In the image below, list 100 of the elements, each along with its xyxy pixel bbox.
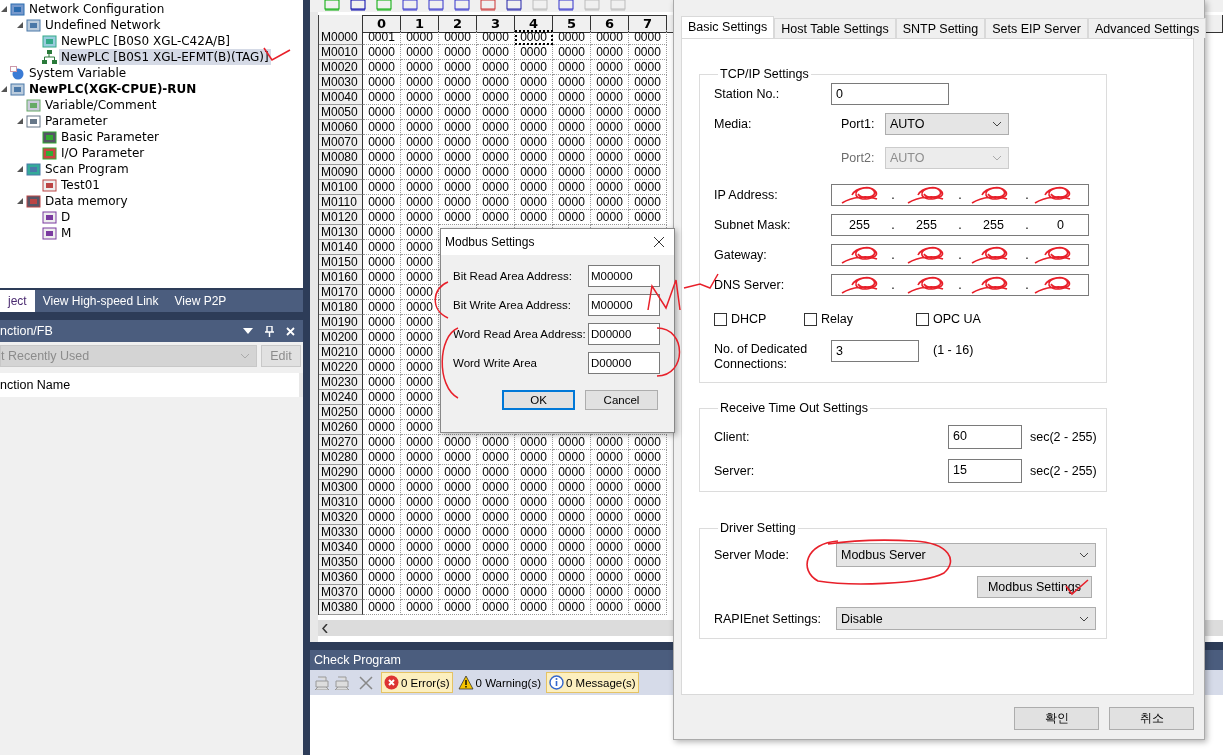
memory-cell[interactable]: 0000 [401, 120, 439, 135]
memory-cell[interactable]: 0000 [477, 435, 515, 450]
memory-cell[interactable]: 0000 [363, 60, 401, 75]
memory-cell[interactable]: 0000 [401, 345, 439, 360]
memory-cell[interactable]: 0000 [363, 480, 401, 495]
memory-cell[interactable]: 0000 [477, 555, 515, 570]
memory-cell[interactable]: 0000 [629, 450, 667, 465]
memory-cell[interactable]: 0000 [401, 105, 439, 120]
toolbar-icon[interactable] [558, 0, 574, 11]
tree-item[interactable]: Parameter [43, 113, 110, 129]
memory-cell[interactable]: 0000 [515, 525, 553, 540]
memory-cell[interactable]: 0000 [439, 30, 477, 45]
memory-cell[interactable]: 0000 [363, 300, 401, 315]
memory-cell[interactable]: 0000 [515, 195, 553, 210]
memory-cell[interactable]: 0000 [629, 480, 667, 495]
memory-cell[interactable]: 0000 [515, 480, 553, 495]
toolbar-icon[interactable] [480, 0, 496, 11]
memory-cell[interactable]: 0000 [553, 480, 591, 495]
tree-item[interactable]: Undefined Network [43, 17, 163, 33]
dialog-tab[interactable]: Basic Settings [681, 16, 775, 39]
memory-cell[interactable]: 0000 [629, 555, 667, 570]
memory-cell[interactable]: 0000 [629, 75, 667, 90]
memory-cell[interactable]: 0000 [553, 600, 591, 615]
memory-cell[interactable]: 0000 [629, 540, 667, 555]
memory-cell[interactable]: 0000 [363, 405, 401, 420]
memory-cell[interactable]: 0000 [439, 90, 477, 105]
memory-cell[interactable]: 0000 [401, 60, 439, 75]
filter-toggle[interactable]: 0 Warning(s) [454, 672, 544, 693]
modbus-settings-button[interactable]: Modbus Settings [977, 576, 1092, 598]
memory-cell[interactable]: 0000 [629, 585, 667, 600]
memory-cell[interactable]: 0001 [363, 30, 401, 45]
memory-cell[interactable]: 0000 [401, 270, 439, 285]
memory-cell[interactable]: 0000 [477, 570, 515, 585]
memory-cell[interactable]: 0000 [439, 60, 477, 75]
filter-toggle[interactable]: 0 Message(s) [545, 672, 639, 693]
memory-cell[interactable]: 0000 [363, 345, 401, 360]
memory-cell[interactable]: 0000 [363, 45, 401, 60]
memory-cell[interactable]: 0000 [515, 210, 553, 225]
memory-cell[interactable]: 0000 [515, 570, 553, 585]
memory-cell[interactable]: 0000 [553, 75, 591, 90]
tree-item[interactable]: NewPLC(XGK-CPUE)-RUN [27, 81, 199, 97]
memory-cell[interactable]: 0000 [401, 540, 439, 555]
tree-item[interactable]: Basic Parameter [59, 129, 161, 145]
memory-cell[interactable]: 0000 [629, 210, 667, 225]
tree-item[interactable]: Scan Program [43, 161, 131, 177]
memory-cell[interactable]: 0000 [363, 465, 401, 480]
memory-cell[interactable]: 0000 [629, 60, 667, 75]
memory-cell[interactable]: 0000 [629, 45, 667, 60]
memory-cell[interactable]: 0000 [477, 120, 515, 135]
toolbar-icon[interactable] [506, 0, 522, 11]
memory-cell[interactable]: 0000 [477, 210, 515, 225]
memory-cell[interactable]: 0000 [439, 120, 477, 135]
memory-cell[interactable]: 0000 [553, 450, 591, 465]
memory-cell[interactable]: 0000 [363, 555, 401, 570]
memory-cell[interactable]: 0000 [553, 525, 591, 540]
memory-cell[interactable]: 0000 [401, 30, 439, 45]
memory-cell[interactable]: 0000 [591, 165, 629, 180]
memory-cell[interactable]: 0000 [591, 525, 629, 540]
memory-cell[interactable]: 0000 [439, 465, 477, 480]
dialog-tab[interactable]: Advanced Settings [1087, 18, 1207, 38]
memory-cell[interactable]: 0000 [439, 210, 477, 225]
memory-cell[interactable]: 0000 [629, 600, 667, 615]
memory-cell[interactable]: 0000 [401, 180, 439, 195]
memory-cell[interactable]: 0000 [439, 585, 477, 600]
memory-cell[interactable]: 0000 [553, 435, 591, 450]
memory-cell[interactable]: 0000 [439, 180, 477, 195]
memory-cell[interactable]: 0000 [363, 240, 401, 255]
memory-cell[interactable]: 0000 [591, 195, 629, 210]
memory-cell[interactable]: 0000 [477, 195, 515, 210]
memory-cell[interactable]: 0000 [477, 135, 515, 150]
memory-cell[interactable]: 0000 [439, 435, 477, 450]
memory-cell[interactable]: 0000 [477, 495, 515, 510]
memory-cell[interactable]: 0000 [553, 195, 591, 210]
memory-cell[interactable]: 0000 [591, 435, 629, 450]
memory-cell[interactable]: 0000 [629, 435, 667, 450]
ip-address-field[interactable]: 255 . 255 . 255 . 0 [831, 214, 1089, 236]
memory-cell[interactable]: 0000 [591, 510, 629, 525]
memory-cell[interactable]: 0000 [363, 105, 401, 120]
memory-cell[interactable]: 0000 [363, 165, 401, 180]
delete-icon[interactable] [359, 675, 373, 690]
memory-cell[interactable]: 0000 [515, 75, 553, 90]
memory-cell[interactable]: 0000 [363, 75, 401, 90]
memory-cell[interactable]: 0000 [401, 315, 439, 330]
memory-cell[interactable]: 0000 [553, 510, 591, 525]
tree-item[interactable]: Variable/Comment [43, 97, 159, 113]
memory-cell[interactable]: 0000 [439, 135, 477, 150]
memory-cell[interactable]: 0000 [629, 570, 667, 585]
memory-cell[interactable]: 0000 [591, 90, 629, 105]
memory-cell[interactable]: 0000 [477, 60, 515, 75]
memory-cell[interactable]: 0000 [363, 390, 401, 405]
input-field[interactable]: M00000 [588, 265, 660, 287]
memory-cell[interactable]: 0000 [591, 450, 629, 465]
memory-cell[interactable]: 0000 [515, 135, 553, 150]
memory-cell[interactable]: 0000 [591, 480, 629, 495]
memory-cell[interactable]: 0000 [439, 480, 477, 495]
scroll-left-icon[interactable] [322, 623, 328, 633]
tree-item[interactable]: Test01 [59, 177, 102, 193]
tree-item[interactable]: M [59, 225, 74, 241]
memory-cell[interactable]: 0000 [439, 570, 477, 585]
memory-cell[interactable]: 0000 [401, 495, 439, 510]
